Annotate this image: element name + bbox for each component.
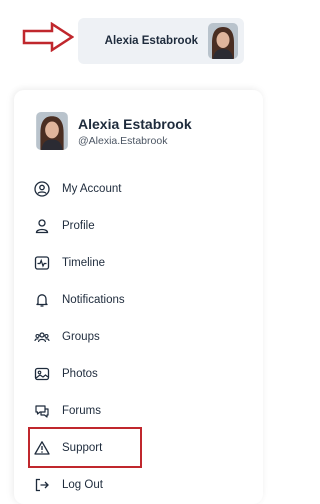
menu-item-label: Forums bbox=[62, 404, 101, 417]
menu-item-profile[interactable]: Profile bbox=[30, 207, 250, 244]
profile-dropdown-panel: Alexia Estabrook @Alexia.Estabrook My Ac… bbox=[14, 90, 263, 504]
menu-item-label: Profile bbox=[62, 219, 95, 232]
user-name: Alexia Estabrook bbox=[104, 35, 198, 47]
menu-item-notifications[interactable]: Notifications bbox=[30, 281, 250, 318]
profile-name: Alexia Estabrook bbox=[78, 115, 192, 132]
menu-item-my-account[interactable]: My Account bbox=[30, 170, 250, 207]
avatar bbox=[36, 112, 68, 150]
menu-item-log-out[interactable]: Log Out bbox=[30, 466, 250, 503]
menu-item-label: Support bbox=[62, 441, 103, 454]
groups-icon bbox=[34, 331, 50, 342]
menu-item-label: Log Out bbox=[62, 478, 103, 491]
avatar bbox=[208, 23, 238, 59]
profile-menu: My Account Profile Timeline Notification… bbox=[28, 170, 250, 503]
user-icon bbox=[35, 218, 49, 233]
profile-header: Alexia Estabrook @Alexia.Estabrook bbox=[36, 112, 192, 150]
timeline-icon bbox=[34, 255, 50, 270]
menu-item-photos[interactable]: Photos bbox=[30, 355, 250, 392]
photos-icon bbox=[34, 367, 50, 380]
menu-item-forums[interactable]: Forums bbox=[30, 392, 250, 429]
pointer-arrow-icon bbox=[22, 22, 74, 52]
warning-icon bbox=[34, 440, 50, 455]
menu-item-label: My Account bbox=[62, 182, 122, 195]
forums-icon bbox=[35, 404, 49, 418]
account-circle-icon bbox=[34, 180, 50, 197]
menu-item-label: Photos bbox=[62, 367, 98, 380]
bell-icon bbox=[36, 293, 48, 307]
menu-item-label: Timeline bbox=[62, 256, 106, 269]
menu-item-support[interactable]: Support bbox=[28, 427, 142, 468]
profile-handle: @Alexia.Estabrook bbox=[78, 134, 168, 147]
menu-item-timeline[interactable]: Timeline bbox=[30, 244, 250, 281]
menu-item-groups[interactable]: Groups bbox=[30, 318, 250, 355]
logout-icon bbox=[35, 478, 49, 491]
user-menu-trigger[interactable]: Alexia Estabrook bbox=[78, 18, 244, 64]
menu-item-label: Groups bbox=[62, 330, 100, 343]
menu-item-label: Notifications bbox=[62, 293, 125, 306]
